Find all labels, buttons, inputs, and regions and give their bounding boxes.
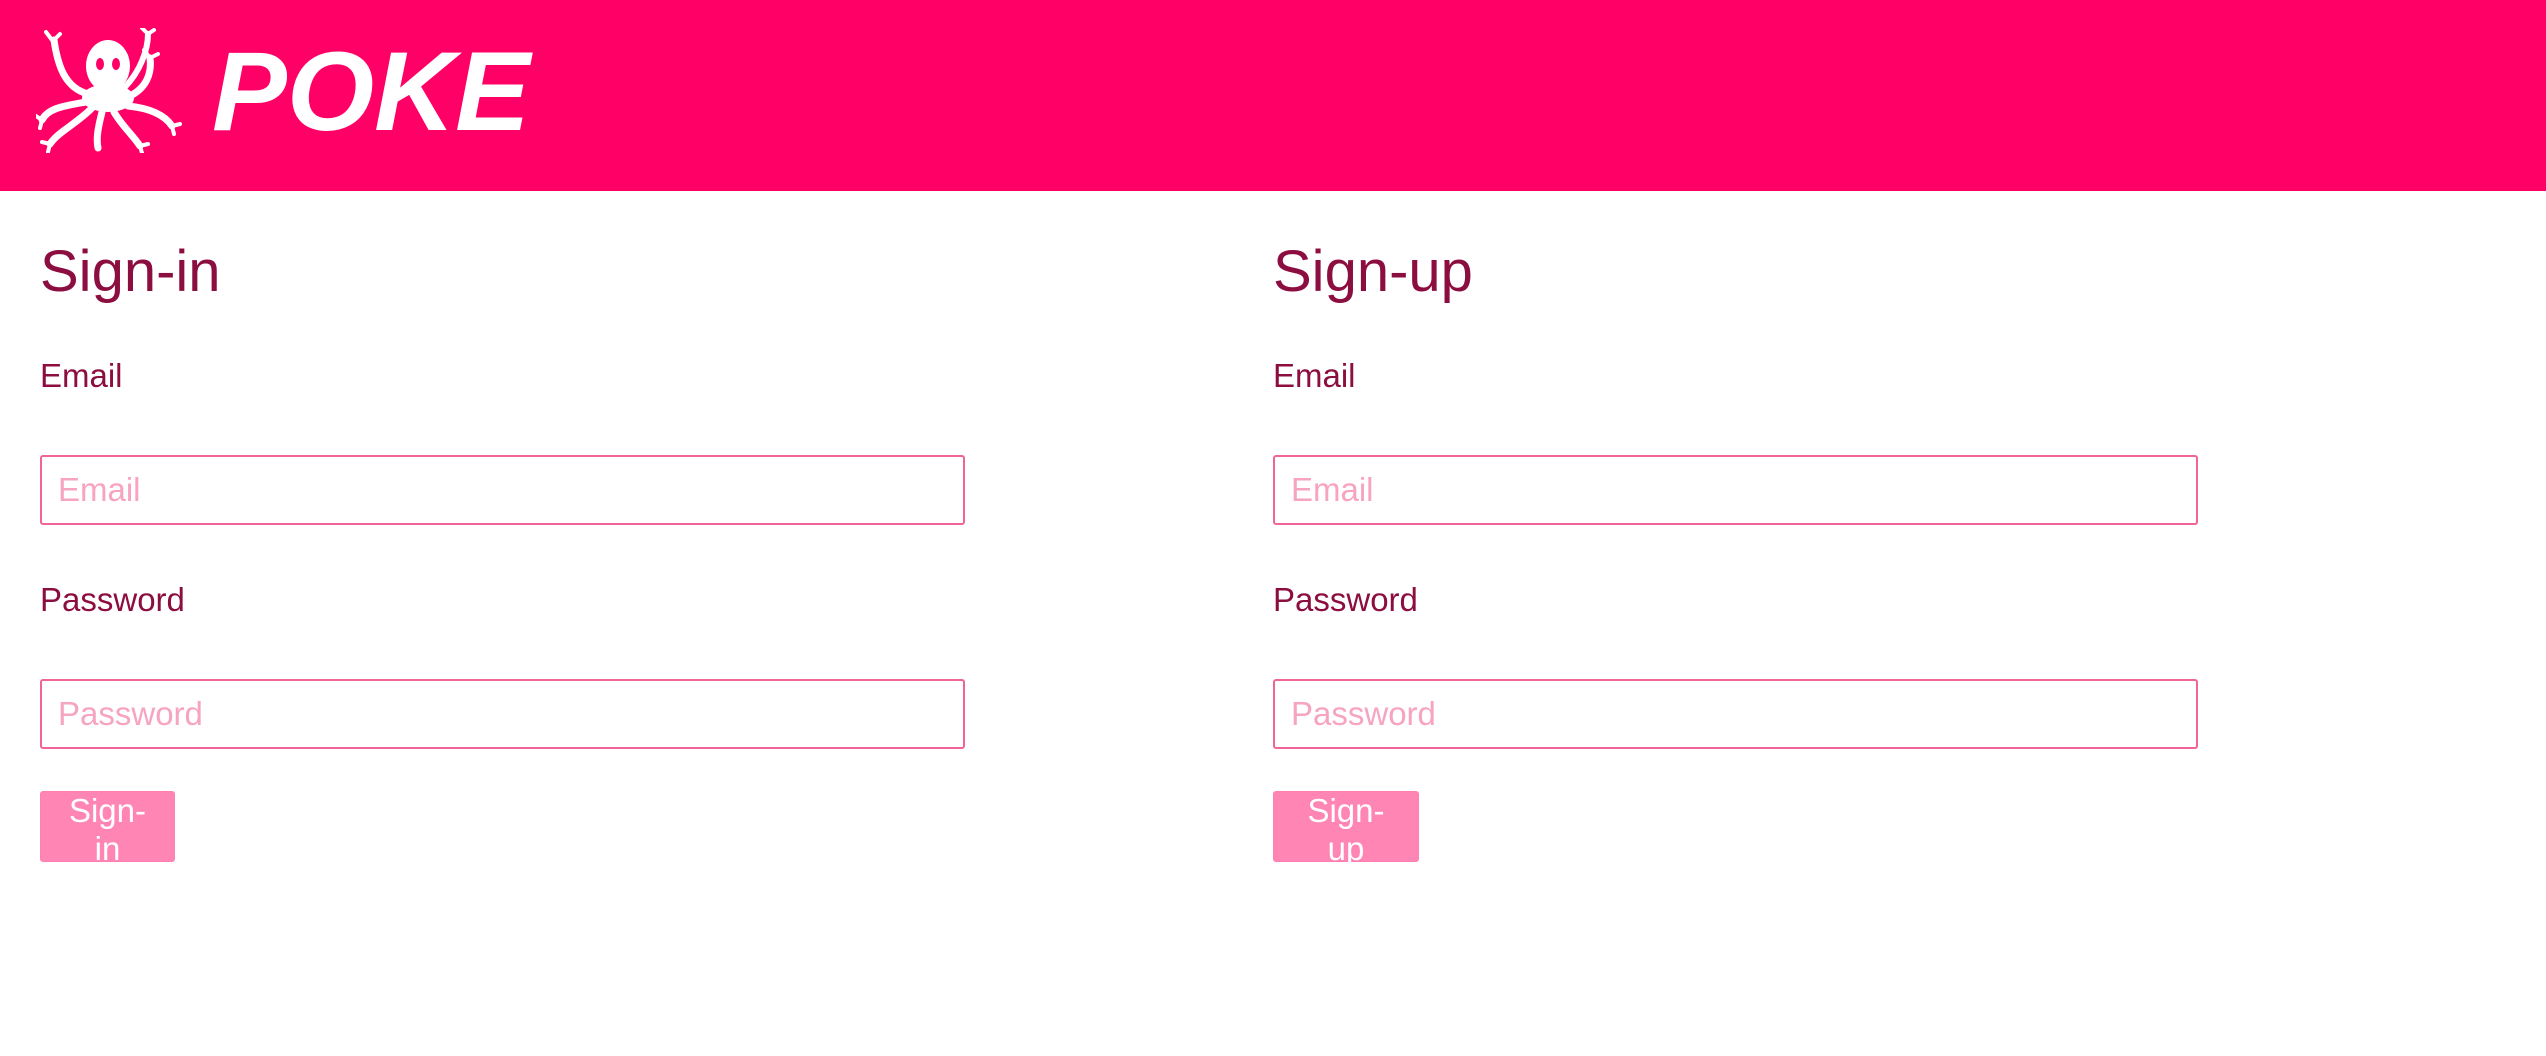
signup-password-input[interactable] (1273, 679, 2198, 749)
app-header: POKE (0, 0, 2546, 191)
signin-password-label: Password (40, 581, 185, 618)
signin-email-input[interactable] (40, 455, 965, 525)
octopus-icon (34, 26, 186, 155)
signup-email-label: Email (1273, 357, 1356, 394)
signin-password-input[interactable] (40, 679, 965, 749)
signin-button[interactable]: Sign-in (40, 791, 175, 867)
signup-button[interactable]: Sign-up (1273, 791, 1419, 867)
signup-password-label: Password (1273, 581, 1418, 618)
signup-title: Sign-up (1273, 239, 1473, 304)
signin-email-label: Email (40, 357, 123, 394)
signin-title: Sign-in (40, 239, 221, 304)
signup-email-input[interactable] (1273, 455, 2198, 525)
poke-logo: POKE (208, 29, 538, 154)
logo-text: POKE (212, 42, 533, 142)
